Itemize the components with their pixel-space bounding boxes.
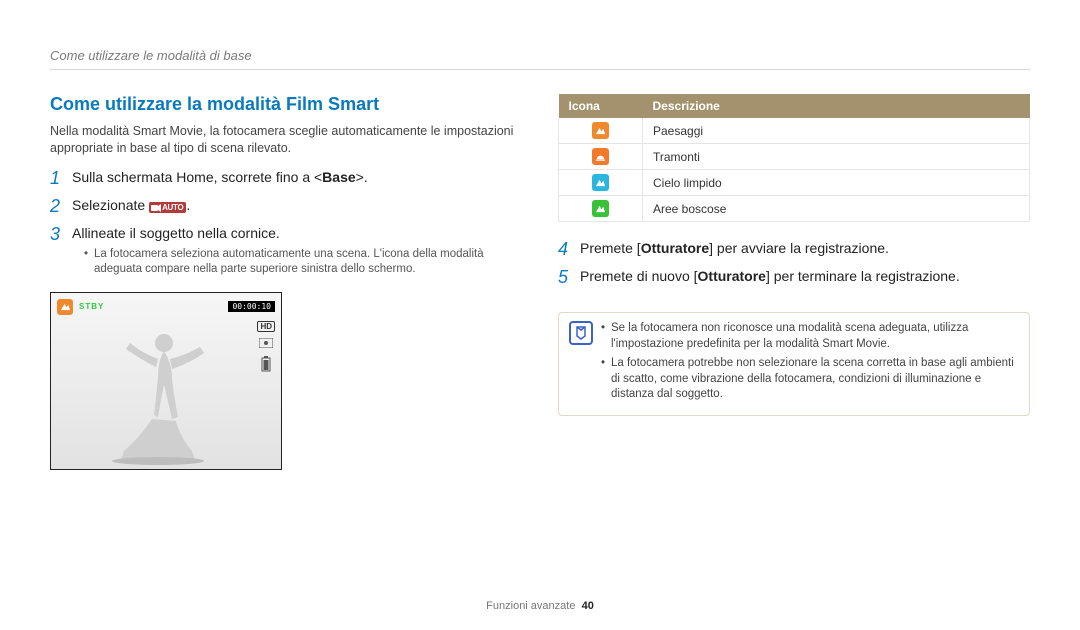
table-row: Cielo limpido: [559, 170, 1030, 196]
step-text: Sulla schermata Home, scorrete fino a <B…: [72, 169, 368, 185]
table-row: Paesaggi: [559, 118, 1030, 144]
step-4: 4 Premete [Otturatore] per avviare la re…: [558, 240, 1030, 258]
hd-icon: HD: [257, 321, 275, 332]
table-cell-label: Paesaggi: [643, 118, 1030, 144]
step-number: 5: [558, 268, 568, 286]
breadcrumb: Come utilizzare le modalità di base: [50, 48, 1030, 70]
camera-preview: STBY 00:00:10 HD: [50, 292, 282, 470]
step-5: 5 Premete di nuovo [Otturatore] per term…: [558, 268, 1030, 286]
step-text: Premete [Otturatore] per avviare la regi…: [580, 240, 889, 256]
note-item: Se la fotocamera non riconosce una modal…: [601, 321, 1019, 352]
landscape-icon: [592, 122, 609, 139]
page-footer: Funzioni avanzate 40: [0, 600, 1080, 612]
step-number: 3: [50, 225, 60, 243]
table-cell-label: Tramonti: [643, 144, 1030, 170]
table-header-desc: Descrizione: [643, 94, 1030, 118]
icon-description-table: Icona Descrizione Paesaggi: [558, 94, 1030, 222]
step-number: 4: [558, 240, 568, 258]
skater-silhouette: [106, 329, 226, 469]
step-text: Selezionate AUTO.: [72, 197, 190, 213]
steps-list-right: 4 Premete [Otturatore] per avviare la re…: [558, 240, 1030, 286]
metering-icon: [259, 338, 273, 350]
landscape-icon: [57, 299, 73, 315]
note-item: La fotocamera potrebbe non selezionare l…: [601, 356, 1019, 403]
step-1: 1 Sulla schermata Home, scorrete fino a …: [50, 169, 522, 187]
table-cell-label: Cielo limpido: [643, 170, 1030, 196]
right-column: Icona Descrizione Paesaggi: [558, 94, 1030, 470]
woodland-icon: [592, 200, 609, 217]
clear-sky-icon: [592, 174, 609, 191]
step-3: 3 Allineate il soggetto nella cornice. L…: [50, 225, 522, 278]
note-icon: [569, 321, 593, 345]
timecode-label: 00:00:10: [228, 301, 275, 312]
left-column: Come utilizzare la modalità Film Smart N…: [50, 94, 522, 470]
standby-label: STBY: [79, 302, 104, 311]
step-number: 2: [50, 197, 60, 215]
table-header-icon: Icona: [559, 94, 643, 118]
step-2: 2 Selezionate AUTO.: [50, 197, 522, 215]
step-text: Premete di nuovo [Otturatore] per termin…: [580, 268, 960, 284]
step-number: 1: [50, 169, 60, 187]
section-heading: Come utilizzare la modalità Film Smart: [50, 94, 522, 115]
note-box: Se la fotocamera non riconosce una modal…: [558, 312, 1030, 416]
table-row: Aree boscose: [559, 196, 1030, 222]
step-text: Allineate il soggetto nella cornice.: [72, 225, 280, 241]
auto-mode-icon: AUTO: [149, 202, 186, 213]
battery-icon: [261, 356, 271, 374]
table-row: Tramonti: [559, 144, 1030, 170]
step-subtext: La fotocamera seleziona automaticamente …: [84, 247, 522, 278]
sunset-icon: [592, 148, 609, 165]
steps-list-left: 1 Sulla schermata Home, scorrete fino a …: [50, 169, 522, 278]
intro-paragraph: Nella modalità Smart Movie, la fotocamer…: [50, 123, 522, 157]
table-cell-label: Aree boscose: [643, 196, 1030, 222]
